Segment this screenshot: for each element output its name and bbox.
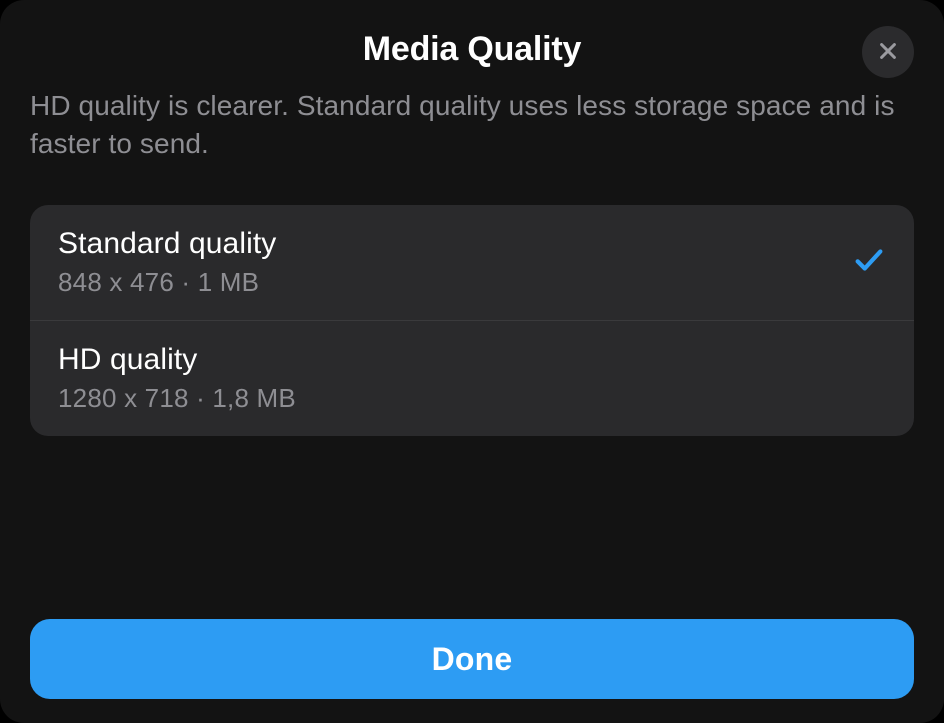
media-quality-sheet: Media Quality HD quality is clearer. Sta…	[0, 0, 944, 723]
done-button[interactable]: Done	[30, 619, 914, 699]
option-text: HD quality 1280 x 718 · 1,8 MB	[58, 343, 296, 414]
option-standard-quality[interactable]: Standard quality 848 x 476 · 1 MB	[30, 205, 914, 320]
close-button[interactable]	[862, 26, 914, 78]
sheet-header: Media Quality	[30, 30, 914, 69]
sheet-description: HD quality is clearer. Standard quality …	[30, 87, 914, 163]
quality-options-group: Standard quality 848 x 476 · 1 MB HD qua…	[30, 205, 914, 436]
option-text: Standard quality 848 x 476 · 1 MB	[58, 227, 276, 298]
option-detail: 848 x 476 · 1 MB	[58, 267, 276, 298]
close-icon	[877, 40, 899, 65]
option-detail: 1280 x 718 · 1,8 MB	[58, 383, 296, 414]
sheet-title: Media Quality	[363, 30, 581, 69]
option-hd-quality[interactable]: HD quality 1280 x 718 · 1,8 MB	[30, 320, 914, 436]
option-label: HD quality	[58, 343, 296, 377]
option-label: Standard quality	[58, 227, 276, 261]
checkmark-icon	[852, 243, 886, 282]
